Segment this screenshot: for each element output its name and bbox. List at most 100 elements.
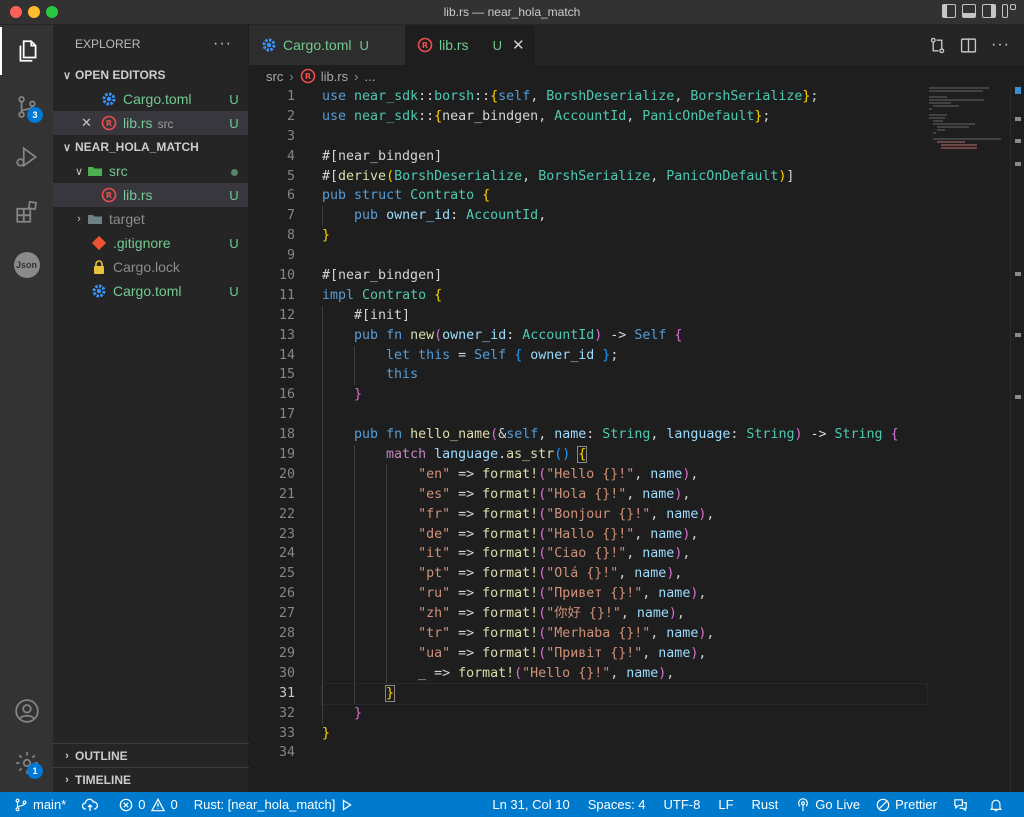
line-number: 10 [278, 268, 295, 284]
line-number-gutter: 1 2 3 4 5 6 7 8 9 10 11 12 13 14 15 16 17 18 19 20 21 22 23 24 2… [249, 87, 295, 763]
tree-file-cargo-toml[interactable]: Cargo.toml U [53, 279, 248, 303]
git-file-icon [91, 235, 107, 251]
breadcrumb-symbol[interactable]: ... [364, 69, 375, 84]
play-icon[interactable] [341, 798, 353, 811]
explorer-activity-button[interactable] [0, 27, 53, 75]
code-line: "en" => format!("Hello {}!", name), [322, 464, 932, 485]
code-editor[interactable]: 1 2 3 4 5 6 7 8 9 10 11 12 13 14 15 16 17 18 19 20 21 22 23 24 2… [249, 87, 1024, 792]
chevron-right-icon: › [354, 68, 359, 84]
minimap[interactable] [929, 87, 1009, 157]
breadcrumb-file[interactable]: lib.rs [321, 69, 348, 84]
line-number: 23 [278, 526, 295, 542]
code-line: this [322, 365, 932, 386]
tree-file-cargo-lock[interactable]: Cargo.lock [53, 255, 248, 279]
folder-src-icon [88, 167, 102, 176]
svg-text:R: R [106, 191, 112, 200]
open-editors-section[interactable]: ∨ OPEN EDITORS [53, 63, 248, 87]
outline-section[interactable]: › OUTLINE [53, 743, 249, 767]
project-section[interactable]: ∨ NEAR_HOLA_MATCH [53, 135, 248, 159]
cursor-position-status[interactable]: Ln 31, Col 10 [484, 792, 579, 817]
accounts-activity-button[interactable] [0, 687, 53, 735]
open-editor-label: lib.rs [123, 115, 153, 131]
toggle-secondary-sidebar-icon[interactable] [982, 4, 996, 18]
customize-layout-icon[interactable] [1002, 4, 1016, 18]
more-actions-icon[interactable]: ··· [213, 35, 232, 53]
tab-lib-rs[interactable]: R lib.rs U ✕ [405, 25, 535, 65]
open-editor-lib-rs[interactable]: ✕ R lib.rs src U [53, 111, 248, 135]
timeline-label: TIMELINE [75, 772, 131, 787]
line-number: 22 [278, 506, 295, 522]
git-status: U [229, 187, 239, 203]
activity-bar: 3 Json 1 [0, 25, 53, 792]
line-number: 25 [278, 566, 295, 582]
tree-file-lib-rs[interactable]: R lib.rs U [53, 183, 248, 207]
code-line: "tr" => format!("Merhaba {}!", name), [322, 624, 932, 644]
code-line: "de" => format!("Hallo {}!", name), [322, 524, 932, 545]
code-line: } [322, 385, 932, 406]
line-number: 27 [278, 606, 295, 622]
tree-file-gitignore[interactable]: .gitignore U [53, 231, 248, 255]
cloud-upload-icon [82, 798, 99, 811]
feedback-status[interactable] [945, 792, 981, 817]
problems-status[interactable]: 0 0 [111, 792, 185, 817]
manage-activity-button[interactable]: 1 [0, 739, 53, 787]
branch-status[interactable]: main* [0, 792, 74, 817]
language-mode-status[interactable]: Rust [744, 792, 789, 817]
line-number: 17 [278, 407, 295, 423]
code-line-current: } [321, 682, 928, 705]
line-number: 28 [278, 626, 295, 642]
indentation-status[interactable]: Spaces: 4 [580, 792, 656, 817]
close-icon[interactable]: ✕ [81, 115, 101, 131]
cursor-position: Ln 31, Col 10 [492, 797, 570, 812]
more-actions-icon[interactable]: ··· [991, 36, 1010, 54]
code-line: #[init] [322, 305, 932, 326]
rust-analyzer-status[interactable]: Rust: [near_hola_match] [186, 792, 362, 817]
json-activity-button[interactable]: Json [0, 241, 53, 289]
tree-folder-target[interactable]: › target [53, 207, 248, 231]
toggle-primary-sidebar-icon[interactable] [942, 4, 956, 18]
explorer-sidebar: EXPLORER ··· ∨ OPEN EDITORS Cargo.toml U… [53, 25, 249, 792]
line-number: 9 [286, 248, 295, 264]
open-editor-cargo-toml[interactable]: Cargo.toml U [53, 87, 248, 111]
code-area[interactable]: use near_sdk::borsh::{self, BorshDeseria… [321, 87, 932, 763]
breadcrumb-folder[interactable]: src [266, 69, 283, 84]
eol-status[interactable]: LF [710, 792, 743, 817]
extensions-icon [15, 200, 37, 223]
code-line: use near_sdk::borsh::{self, BorshDeseria… [322, 89, 819, 104]
code-line: pub owner_id: AccountId, [322, 206, 932, 227]
run-debug-activity-button[interactable] [0, 133, 53, 181]
compare-changes-icon[interactable] [929, 37, 946, 54]
extensions-activity-button[interactable] [0, 188, 53, 236]
json-icon: Json [13, 252, 40, 278]
line-number: 20 [278, 466, 295, 482]
tree-label: src [109, 163, 128, 179]
tab-cargo-toml[interactable]: Cargo.toml U [249, 25, 405, 65]
line-number: 31 [278, 685, 295, 701]
split-editor-icon[interactable] [960, 37, 977, 54]
source-control-activity-button[interactable]: 3 [0, 83, 53, 131]
gear-file-icon [262, 38, 276, 52]
folder-target-icon [88, 215, 102, 224]
notifications-status[interactable] [981, 792, 1024, 817]
toggle-panel-icon[interactable] [962, 4, 976, 18]
prettier-status[interactable]: Prettier [868, 792, 945, 817]
timeline-section[interactable]: › TIMELINE [53, 767, 249, 791]
git-status: U [229, 91, 239, 107]
close-tab-icon[interactable]: ✕ [512, 36, 525, 54]
go-live-status[interactable]: Go Live [788, 792, 868, 817]
project-label: NEAR_HOLA_MATCH [75, 140, 199, 154]
editor-scrollbar[interactable] [1010, 87, 1024, 792]
rust-file-icon: R [101, 115, 117, 131]
code-line: match language.as_str() { [322, 445, 932, 465]
language-mode: Rust [751, 797, 779, 812]
sync-status[interactable] [74, 792, 111, 817]
encoding-status[interactable]: UTF-8 [656, 792, 711, 817]
go-live-label: Go Live [815, 797, 861, 812]
broadcast-icon [798, 797, 809, 811]
line-number: 26 [278, 586, 295, 602]
indentation: Spaces: 4 [587, 797, 646, 812]
line-number: 16 [278, 387, 295, 403]
tree-folder-src[interactable]: ∨ src [53, 159, 248, 183]
breadcrumb: src › R lib.rs › ... [249, 65, 1024, 87]
